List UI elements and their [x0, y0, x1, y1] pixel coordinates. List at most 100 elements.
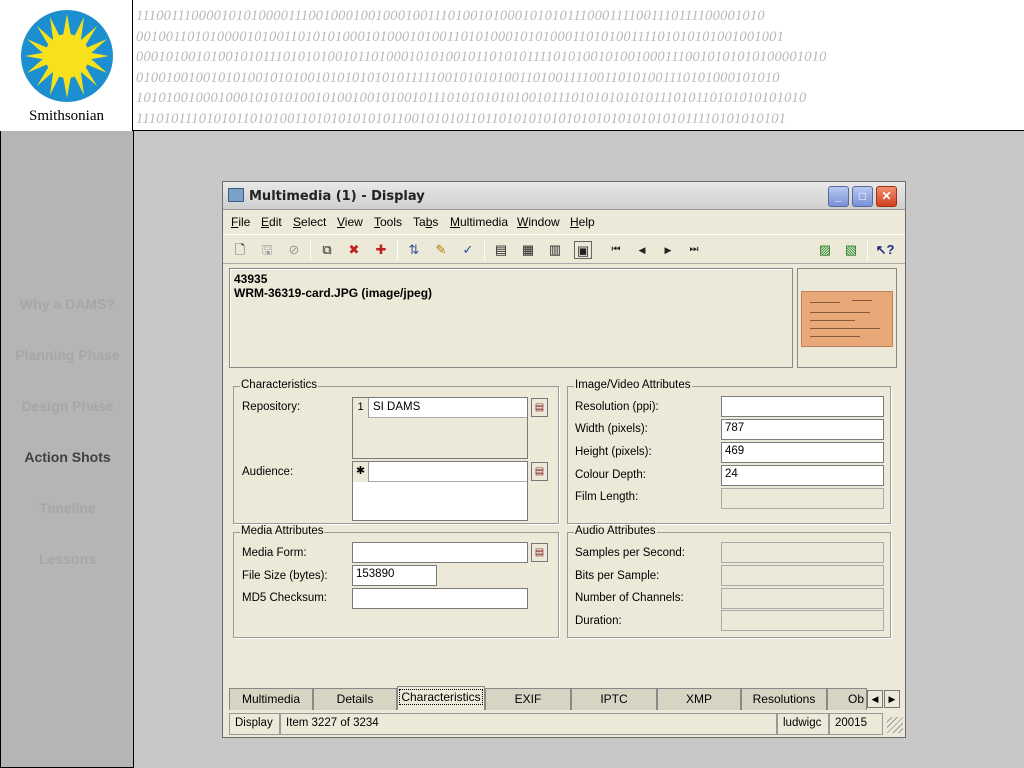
height-label: Height (pixels): — [575, 446, 652, 458]
tab-xmp[interactable]: XMP — [657, 688, 741, 710]
menu-label: iew — [344, 215, 363, 229]
tab-details[interactable]: Details — [313, 688, 397, 710]
group-title: Image/Video Attributes — [574, 379, 692, 391]
minimize-button[interactable]: _ — [828, 186, 849, 207]
menu-window[interactable]: Window — [517, 215, 560, 229]
menu-label: s — [432, 215, 439, 229]
new-icon[interactable]: 🗋 — [231, 241, 249, 259]
resolution-input[interactable] — [721, 396, 884, 417]
thumbnail-detail — [810, 320, 855, 321]
spellcheck-icon[interactable]: ✓ — [459, 241, 477, 259]
menu-help[interactable]: Help — [570, 215, 595, 229]
bits-per-sample-input — [721, 565, 884, 586]
colour-depth-input[interactable]: 24 — [721, 465, 884, 486]
sidebar-item-design-phase[interactable]: Design Phase — [1, 398, 134, 414]
repository-lookup-icon[interactable]: ▤ — [531, 398, 548, 417]
file-size-input[interactable]: 153890 — [352, 565, 437, 586]
tab-ob[interactable]: Ob — [827, 688, 867, 710]
colour-depth-label: Colour Depth: — [575, 469, 646, 481]
menu-select[interactable]: Select — [293, 215, 326, 229]
list-view-icon[interactable]: ▤ — [492, 241, 510, 259]
close-button[interactable]: ✕ — [876, 186, 897, 207]
save-icon[interactable]: 🖫 — [258, 241, 276, 259]
sort-icon[interactable]: ⇅ — [405, 241, 423, 259]
thumbnail-detail — [852, 300, 872, 301]
menu-mnemonic: V — [337, 215, 345, 229]
media-form-lookup-icon[interactable]: ▤ — [531, 543, 548, 562]
sidebar-item-lessons[interactable]: Lessons — [1, 551, 134, 567]
attach-icon[interactable]: ▨ — [816, 241, 834, 259]
sidebar-item-action-shots[interactable]: Action Shots — [1, 449, 134, 465]
copy-icon[interactable]: ✚ — [372, 241, 390, 259]
audience-row[interactable]: ✱ — [353, 462, 527, 482]
tab-iptc[interactable]: IPTC — [571, 688, 657, 710]
menu-label: elp — [578, 215, 595, 229]
toolbar-separator — [867, 240, 868, 260]
toolbar-separator — [310, 240, 311, 260]
binary-line: 0100100100101010010101001010101010101111… — [136, 69, 780, 86]
width-input[interactable]: 787 — [721, 419, 884, 440]
first-record-icon[interactable]: ⏮ — [607, 241, 625, 259]
height-input[interactable]: 469 — [721, 442, 884, 463]
help-pointer-icon[interactable]: ↖? — [873, 241, 897, 259]
resize-grip-icon[interactable] — [887, 717, 903, 733]
thumbnail-detail — [810, 312, 870, 313]
binary-line: 1110101110101011010100110101010101011001… — [136, 110, 787, 127]
tab-characteristics[interactable]: Characteristics — [397, 686, 485, 710]
md5-input[interactable] — [352, 588, 528, 609]
menu-mnemonic: W — [517, 215, 529, 229]
menu-tabs[interactable]: Tabs — [413, 215, 438, 229]
menu-edit[interactable]: Edit — [261, 215, 282, 229]
repository-row[interactable]: 1 SI DAMS — [353, 398, 527, 418]
cancel-icon[interactable]: ⊘ — [285, 241, 303, 259]
menu-label: Ta — [413, 215, 426, 229]
menu-multimedia[interactable]: Multimedia — [450, 215, 508, 229]
audience-lookup-icon[interactable]: ▤ — [531, 462, 548, 481]
toolbar-separator — [397, 240, 398, 260]
group-title: Characteristics — [240, 379, 319, 391]
binary-line: 1010100100010001010101001010010010100101… — [136, 90, 807, 106]
display-view-icon[interactable]: ▣ — [574, 241, 592, 259]
delete-icon[interactable]: ✖ — [345, 241, 363, 259]
grid-view-icon[interactable]: ▦ — [519, 241, 537, 259]
tab-exif[interactable]: EXIF — [485, 688, 571, 710]
media-attributes-group: Media Attributes Media Form: ▤ File Size… — [233, 525, 559, 638]
page-view-icon[interactable]: ▥ — [546, 241, 564, 259]
window-titlebar[interactable]: Multimedia (1) - Display _ □ ✕ — [223, 182, 905, 210]
sidebar-item-timeline[interactable]: Timeline — [1, 500, 134, 516]
maximize-button[interactable]: □ — [852, 186, 873, 207]
repository-value: SI DAMS — [373, 401, 421, 413]
film-length-input — [721, 488, 884, 509]
sidebar-item-why-dams[interactable]: Why a DAMS? — [1, 296, 134, 312]
menu-mnemonic: E — [261, 215, 270, 229]
multimedia-window: Multimedia (1) - Display _ □ ✕ File Edit… — [222, 181, 906, 738]
audience-list[interactable]: ✱ — [352, 461, 528, 521]
tab-scroll-left-icon[interactable]: ◀ — [867, 690, 883, 708]
app-icon — [228, 188, 244, 202]
menu-view[interactable]: View — [337, 215, 363, 229]
open-icon[interactable]: ⧉ — [318, 241, 336, 259]
toolbar-separator — [484, 240, 485, 260]
characteristics-group: Characteristics Repository: 1 SI DAMS ▤ … — [233, 379, 559, 524]
tab-resolutions[interactable]: Resolutions — [741, 688, 827, 710]
thumbnail-frame[interactable] — [797, 268, 897, 368]
sidebar-item-planning-phase[interactable]: Planning Phase — [1, 347, 134, 363]
binary-line: 0010011010100001010011010101000101000101… — [136, 28, 785, 45]
media-form-input[interactable] — [352, 542, 528, 563]
menu-file[interactable]: File — [231, 215, 250, 229]
record-id: 43935 — [234, 272, 268, 286]
last-record-icon[interactable]: ⏭ — [685, 241, 703, 259]
tab-multimedia[interactable]: Multimedia — [229, 688, 313, 710]
menu-tools[interactable]: Tools — [374, 215, 402, 229]
tab-scroll-right-icon[interactable]: ▶ — [884, 690, 900, 708]
edit-icon[interactable]: ✎ — [432, 241, 450, 259]
channels-label: Number of Channels: — [575, 592, 684, 604]
prev-record-icon[interactable]: ◀ — [633, 241, 651, 259]
menu-label: ile — [238, 215, 251, 229]
card-thumbnail-image[interactable] — [801, 291, 893, 347]
thumbnail-detail — [810, 302, 840, 303]
repository-list[interactable]: 1 SI DAMS — [352, 397, 528, 459]
next-record-icon[interactable]: ▶ — [659, 241, 677, 259]
record-summary: 43935 WRM-36319-card.JPG (image/jpeg) — [229, 268, 793, 368]
attach-multiple-icon[interactable]: ▧ — [842, 241, 860, 259]
